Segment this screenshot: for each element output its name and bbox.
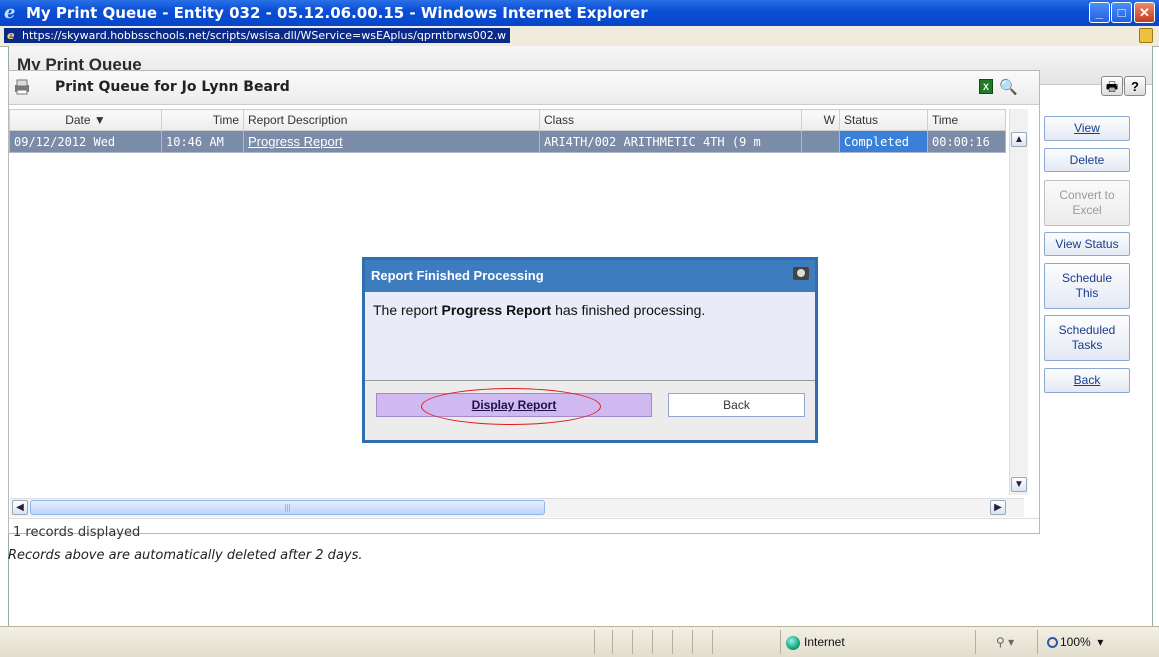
minimize-button[interactable]: _	[1089, 2, 1110, 23]
dialog-body: The report Progress Report has finished …	[365, 292, 815, 381]
address-url[interactable]: e https://skyward.hobbsschools.net/scrip…	[4, 28, 511, 43]
col-date[interactable]: Date ▼	[9, 109, 162, 131]
cell-status: Completed	[839, 130, 928, 153]
cell-w	[801, 130, 840, 153]
dialog-back-button[interactable]: Back	[668, 393, 805, 417]
security-zone[interactable]: Internet	[786, 635, 845, 650]
records-footer: 1 records displayed	[9, 518, 1039, 545]
records-count: 1 records displayed	[13, 525, 141, 540]
schedule-this-button[interactable]: Schedule This	[1044, 263, 1130, 309]
col-w[interactable]: W	[801, 109, 840, 131]
dialog-header: Report Finished Processing	[365, 260, 815, 292]
window-title-bar: e My Print Queue - Entity 032 - 05.12.06…	[0, 0, 1159, 26]
cell-elapsed: 00:00:16	[927, 130, 1006, 153]
print-icon[interactable]: 🖶	[1101, 76, 1123, 96]
window-title: My Print Queue - Entity 032 - 05.12.06.0…	[26, 4, 648, 22]
url-text: https://skyward.hobbsschools.net/scripts…	[22, 29, 507, 42]
status-bar: Internet ⚲ ▾ 100% ▾	[0, 626, 1159, 657]
convert-to-excel-button[interactable]: Convert to Excel	[1044, 180, 1130, 226]
scroll-left-arrow-icon[interactable]: ◀	[12, 500, 28, 515]
panel-title: Print Queue for Jo Lynn Beard	[55, 79, 290, 95]
table-row[interactable]: 09/12/2012 Wed 10:46 AM Progress Report …	[9, 130, 1006, 153]
camera-icon[interactable]	[793, 267, 809, 280]
print-queue-table: Date ▼ Time Report Description Class W S…	[9, 109, 1006, 153]
horizontal-scrollbar[interactable]: ◀ ||| ▶	[10, 498, 1024, 517]
printer-icon	[15, 79, 29, 95]
col-report-description[interactable]: Report Description	[243, 109, 540, 131]
ie-page-icon: e	[7, 29, 15, 42]
globe-icon	[786, 635, 800, 650]
scheduled-tasks-button[interactable]: Scheduled Tasks	[1044, 315, 1130, 361]
panel-header: Print Queue for Jo Lynn Beard X 🔍	[9, 71, 1039, 105]
cell-description: Progress Report	[243, 130, 540, 153]
highlight-ellipse	[421, 388, 601, 425]
zoom-icon	[1047, 637, 1058, 649]
excel-export-icon[interactable]: X	[979, 79, 993, 94]
view-status-button[interactable]: View Status	[1044, 232, 1130, 256]
cell-time: 10:46 AM	[161, 130, 244, 153]
col-time[interactable]: Time	[161, 109, 244, 131]
col-class[interactable]: Class	[539, 109, 802, 131]
dialog-title: Report Finished Processing	[371, 268, 544, 283]
scroll-up-arrow-icon[interactable]: ▲	[1011, 132, 1027, 147]
close-button[interactable]: ✕	[1134, 2, 1155, 23]
col-elapsed-time[interactable]: Time	[927, 109, 1006, 131]
progress-report-link[interactable]: Progress Report	[248, 134, 343, 149]
scroll-right-arrow-icon[interactable]: ▶	[990, 500, 1006, 515]
zoom-level[interactable]: 100% ▾	[1047, 635, 1103, 649]
back-button[interactable]: Back	[1044, 368, 1130, 393]
cell-date: 09/12/2012 Wed	[9, 130, 162, 153]
help-icon[interactable]: ?	[1124, 76, 1146, 96]
ie-logo-icon: e	[4, 2, 16, 23]
col-status[interactable]: Status	[839, 109, 928, 131]
auto-delete-note: Records above are automatically deleted …	[8, 548, 363, 563]
print-preview-icon[interactable]: 🔍	[999, 78, 1018, 96]
report-finished-dialog: Report Finished Processing The report Pr…	[362, 257, 818, 443]
scroll-down-arrow-icon[interactable]: ▼	[1011, 477, 1027, 492]
view-button[interactable]: View	[1044, 116, 1130, 141]
horizontal-scroll-thumb[interactable]: |||	[30, 500, 545, 515]
protected-mode-icon[interactable]: ⚲ ▾	[996, 635, 1014, 649]
dialog-message: The report Progress Report has finished …	[373, 302, 706, 318]
lock-icon[interactable]	[1139, 28, 1153, 43]
cell-class: ARI4TH/002 ARITHMETIC 4TH (9 m	[539, 130, 802, 153]
address-bar: e https://skyward.hobbsschools.net/scrip…	[0, 26, 1159, 47]
dialog-report-name: Progress Report	[441, 302, 552, 318]
maximize-button[interactable]: □	[1111, 2, 1132, 23]
delete-button[interactable]: Delete	[1044, 148, 1130, 172]
vertical-scrollbar[interactable]: ▲ ▼	[1009, 109, 1028, 495]
